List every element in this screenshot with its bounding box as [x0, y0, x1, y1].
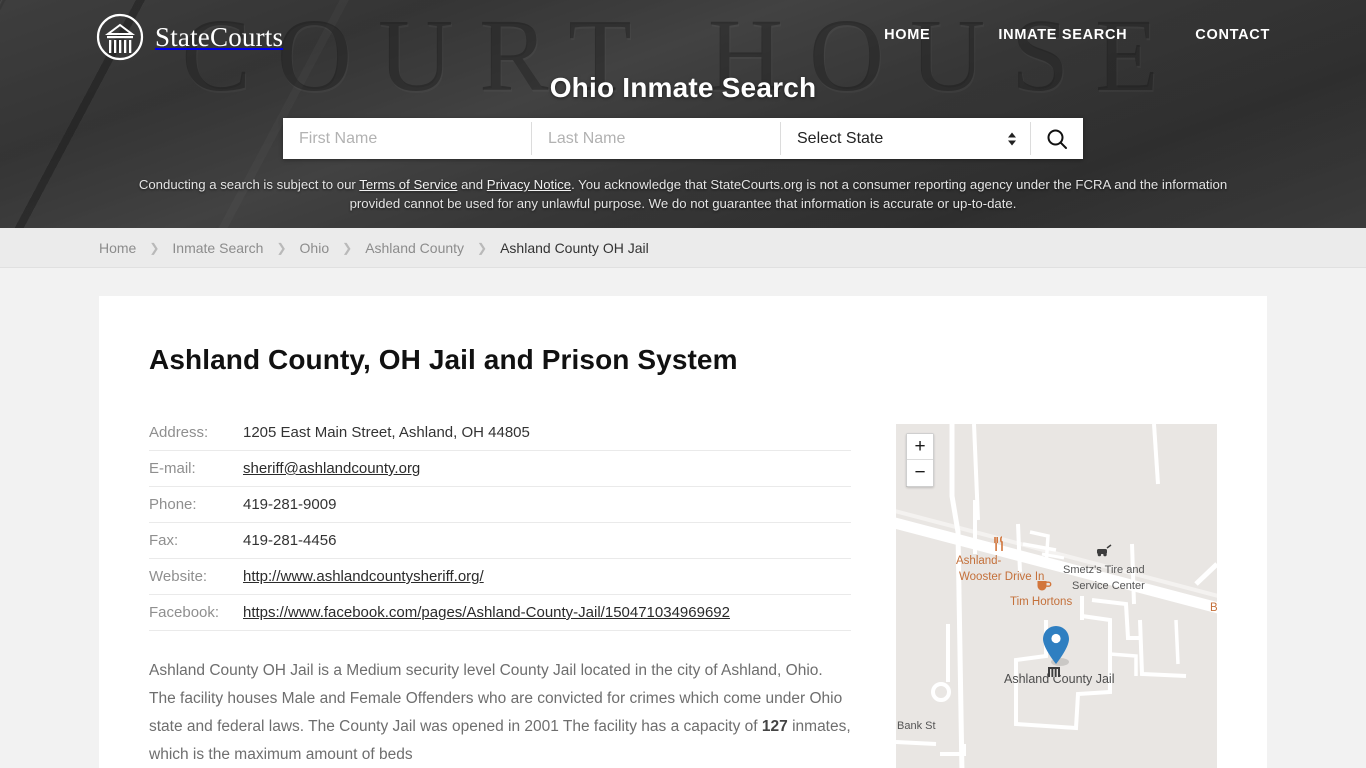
- map-label-partial: B: [1210, 602, 1217, 614]
- map-label-tim-hortons: Tim Hortons: [1010, 596, 1073, 608]
- car-repair-icon: [1097, 544, 1112, 557]
- row-value-email: sheriff@ashlandcounty.org: [243, 450, 851, 487]
- breadcrumb-separator-icon: ❯: [477, 240, 488, 255]
- nav-item-contact[interactable]: CONTACT: [1161, 27, 1270, 43]
- row-label-facebook: Facebook:: [149, 594, 243, 631]
- chevron-updown-icon: [1008, 132, 1016, 145]
- table-row: Phone: 419-281-9009: [149, 486, 851, 523]
- breadcrumb-item-home[interactable]: Home: [99, 240, 136, 256]
- main-navigation: HOME INMATE SEARCH CONTACT: [850, 27, 1270, 43]
- row-label-address: Address:: [149, 424, 243, 451]
- capacity-value: 127: [761, 718, 788, 735]
- state-select[interactable]: Select State: [781, 118, 1030, 159]
- search-disclaimer: Conducting a search is subject to our Te…: [128, 175, 1238, 213]
- courthouse-circle-icon: [96, 13, 144, 61]
- map-label-smetz-1: Smetz's Tire and: [1063, 564, 1145, 576]
- table-row: Facebook: https://www.facebook.com/pages…: [149, 594, 851, 631]
- site-header: COURT HOUSE StateCourts HOME INMATE SEAR…: [0, 0, 1366, 228]
- facility-description: Ashland County OH Jail is a Medium secur…: [149, 657, 851, 768]
- website-link[interactable]: http://www.ashlandcountysheriff.org/: [243, 568, 484, 585]
- breadcrumb-item-inmate-search[interactable]: Inmate Search: [172, 240, 263, 256]
- breadcrumb-separator-icon: ❯: [149, 240, 160, 255]
- map-column: + − Lee Ave Ashland- Wooster Drive In: [896, 424, 1217, 768]
- map-pin-icon[interactable]: [1040, 624, 1072, 668]
- description-text-before: Ashland County OH Jail is a Medium secur…: [149, 662, 843, 735]
- privacy-notice-link[interactable]: Privacy Notice: [487, 177, 571, 192]
- facebook-link[interactable]: https://www.facebook.com/pages/Ashland-C…: [243, 604, 730, 621]
- row-value-fax: 419-281-4456: [243, 522, 851, 559]
- disclaimer-part-1: Conducting a search is subject to our: [138, 177, 360, 192]
- page-title: Ashland County, OH Jail and Prison Syste…: [149, 344, 738, 375]
- row-label-email: E-mail:: [149, 450, 243, 487]
- hero-title: Ohio Inmate Search: [549, 72, 817, 103]
- breadcrumb-item-ohio[interactable]: Ohio: [300, 240, 330, 256]
- row-label-website: Website:: [149, 558, 243, 595]
- inmate-search-form: Select State: [283, 118, 1083, 159]
- search-icon: [1047, 129, 1067, 149]
- breadcrumb-item-ashland-county[interactable]: Ashland County: [365, 240, 464, 256]
- first-name-input[interactable]: [283, 118, 531, 159]
- nav-item-home[interactable]: HOME: [850, 27, 964, 43]
- map-zoom-out-button[interactable]: −: [907, 460, 933, 486]
- table-row: Website: http://www.ashlandcountysheriff…: [149, 558, 851, 595]
- table-row: E-mail: sheriff@ashlandcounty.org: [149, 450, 851, 487]
- cafe-icon: [1037, 581, 1052, 591]
- row-value-address: 1205 East Main Street, Ashland, OH 44805: [243, 424, 851, 451]
- email-link[interactable]: sheriff@ashlandcounty.org: [243, 460, 420, 477]
- map-label-ashland-wooster-1: Ashland-: [956, 555, 1002, 567]
- restaurant-icon: [994, 536, 1003, 551]
- site-logo[interactable]: StateCourts: [96, 13, 283, 61]
- disclaimer-part-2: and: [457, 177, 487, 192]
- brand-name: StateCourts: [155, 21, 284, 52]
- map-label-smetz-2: Service Center: [1072, 580, 1145, 592]
- map-zoom-in-button[interactable]: +: [907, 434, 933, 460]
- breadcrumb: Home ❯ Inmate Search ❯ Ohio ❯ Ashland Co…: [0, 228, 1366, 268]
- breadcrumb-item-current: Ashland County OH Jail: [500, 239, 649, 256]
- map-label-ashland-wooster-2: Wooster Drive In: [959, 571, 1045, 583]
- breadcrumb-separator-icon: ❯: [342, 240, 353, 255]
- breadcrumb-separator-icon: ❯: [276, 240, 287, 255]
- row-label-fax: Fax:: [149, 522, 243, 559]
- row-label-phone: Phone:: [149, 486, 243, 523]
- map-zoom-controls: + −: [906, 433, 934, 487]
- content-card: Ashland County, OH Jail and Prison Syste…: [99, 296, 1267, 768]
- table-row: Fax: 419-281-4456: [149, 522, 851, 559]
- row-value-website: http://www.ashlandcountysheriff.org/: [243, 558, 851, 595]
- facility-info-table: Address: 1205 East Main Street, Ashland,…: [149, 424, 851, 631]
- terms-of-service-link[interactable]: Terms of Service: [359, 177, 457, 192]
- state-select-value: Select State: [797, 129, 884, 147]
- facility-details-column: Address: 1205 East Main Street, Ashland,…: [149, 424, 851, 768]
- search-button[interactable]: [1031, 118, 1083, 159]
- last-name-input[interactable]: [532, 118, 780, 159]
- row-value-facebook: https://www.facebook.com/pages/Ashland-C…: [243, 594, 851, 631]
- location-map[interactable]: + − Lee Ave Ashland- Wooster Drive In: [896, 424, 1217, 768]
- row-value-phone: 419-281-9009: [243, 486, 851, 523]
- nav-item-inmate-search[interactable]: INMATE SEARCH: [964, 27, 1161, 43]
- table-row: Address: 1205 East Main Street, Ashland,…: [149, 424, 851, 451]
- map-label-bank-st: Bank St: [897, 720, 936, 732]
